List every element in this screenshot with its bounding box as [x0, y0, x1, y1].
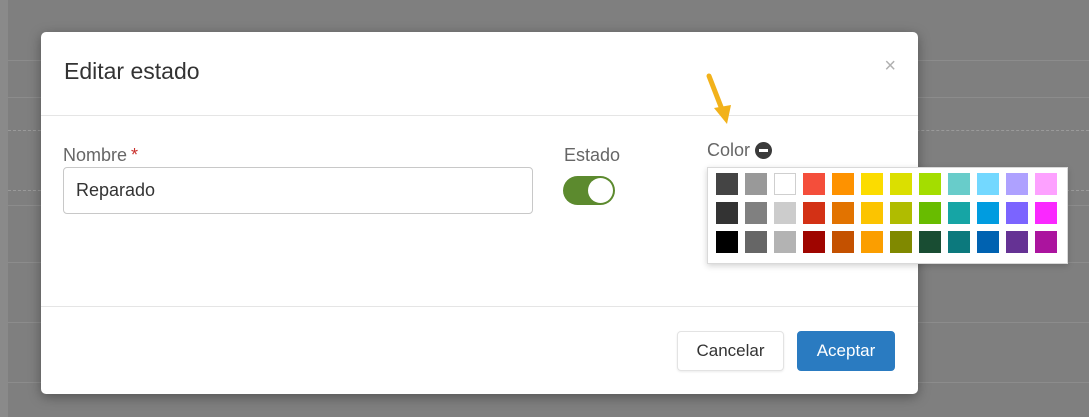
color-field-label: Color [707, 140, 773, 161]
minus-circle-icon[interactable] [755, 142, 773, 159]
arrow-annotation-icon [706, 73, 731, 124]
color-swatch[interactable] [919, 231, 941, 253]
color-swatch[interactable] [803, 231, 825, 253]
color-label-text: Color [707, 140, 751, 160]
dialog-footer: Cancelar Aceptar [41, 306, 918, 395]
color-swatch[interactable] [1035, 202, 1057, 224]
accept-button[interactable]: Aceptar [797, 331, 895, 371]
close-icon[interactable]: × [884, 56, 896, 76]
backdrop-edge [0, 0, 8, 417]
color-swatch[interactable] [948, 202, 970, 224]
color-swatch[interactable] [977, 231, 999, 253]
color-swatch[interactable] [716, 202, 738, 224]
color-swatch[interactable] [890, 202, 912, 224]
color-swatch[interactable] [919, 202, 941, 224]
color-swatch[interactable] [1006, 231, 1028, 253]
color-swatch[interactable] [1035, 173, 1057, 195]
color-swatch[interactable] [745, 202, 767, 224]
color-swatch[interactable] [774, 202, 796, 224]
color-swatch[interactable] [861, 202, 883, 224]
color-swatch[interactable] [803, 202, 825, 224]
color-swatch[interactable] [774, 173, 796, 195]
cancel-button[interactable]: Cancelar [677, 331, 784, 371]
color-swatch[interactable] [861, 173, 883, 195]
color-swatch[interactable] [832, 231, 854, 253]
color-swatch[interactable] [745, 231, 767, 253]
status-label: Estado [564, 145, 621, 165]
color-swatch[interactable] [948, 231, 970, 253]
color-swatch[interactable] [832, 202, 854, 224]
required-marker: * [131, 145, 139, 165]
dialog-title: Editar estado [64, 58, 200, 84]
name-label-text: Nombre [63, 145, 128, 165]
color-swatch[interactable] [977, 202, 999, 224]
color-swatch[interactable] [1006, 173, 1028, 195]
name-input[interactable] [63, 167, 533, 214]
toggle-knob [588, 178, 613, 203]
edit-status-dialog: Editar estado × Nombre* Estado Color Can… [41, 32, 1068, 395]
color-swatch[interactable] [1035, 231, 1057, 253]
color-swatch[interactable] [774, 231, 796, 253]
color-swatch[interactable] [716, 173, 738, 195]
color-swatch[interactable] [948, 173, 970, 195]
color-swatch[interactable] [745, 173, 767, 195]
color-swatch[interactable] [890, 231, 912, 253]
color-swatch[interactable] [1006, 202, 1028, 224]
dialog-header: Editar estado × [41, 32, 918, 116]
color-palette [707, 167, 1068, 264]
status-toggle[interactable] [563, 176, 615, 205]
color-swatch[interactable] [919, 173, 941, 195]
color-swatch[interactable] [832, 173, 854, 195]
color-swatch[interactable] [977, 173, 999, 195]
color-swatch[interactable] [861, 231, 883, 253]
color-swatch[interactable] [716, 231, 738, 253]
color-swatch[interactable] [890, 173, 912, 195]
name-field-label: Nombre * [63, 145, 138, 166]
color-swatch[interactable] [803, 173, 825, 195]
